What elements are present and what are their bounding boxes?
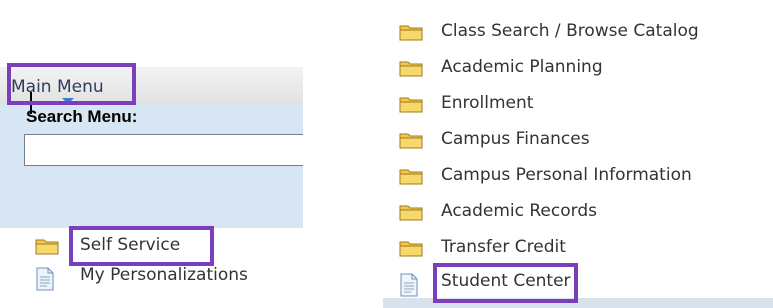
folder-icon	[399, 203, 423, 221]
submenu-item-label[interactable]: Enrollment	[441, 93, 533, 113]
submenu-item-label[interactable]: Campus Finances	[441, 129, 590, 149]
folder-icon	[399, 23, 423, 41]
menu-item-label[interactable]: My Personalizations	[80, 265, 248, 285]
submenu-item-label[interactable]: Campus Personal Information	[441, 165, 692, 185]
folder-icon	[399, 95, 423, 113]
submenu-item-campus-personal-information[interactable]: Campus Personal Information	[383, 160, 773, 194]
submenu-item-label[interactable]: Academic Planning	[441, 57, 603, 77]
folder-icon	[399, 59, 423, 77]
folder-icon	[399, 131, 423, 149]
submenu-item-campus-finances[interactable]: Campus Finances	[383, 124, 773, 158]
submenu-item-class-search[interactable]: Class Search / Browse Catalog	[383, 16, 773, 50]
folder-icon	[399, 167, 423, 185]
submenu-item-academic-planning[interactable]: Academic Planning	[383, 52, 773, 86]
submenu-item-enrollment[interactable]: Enrollment	[383, 88, 773, 122]
submenu-item-academic-records[interactable]: Academic Records	[383, 196, 773, 230]
submenu-item-label[interactable]: Transfer Credit	[441, 237, 566, 257]
menu-item-my-personalizations[interactable]: My Personalizations	[0, 262, 303, 292]
folder-icon	[35, 237, 59, 255]
search-menu-area: Search Menu:	[0, 103, 303, 228]
search-menu-label: Search Menu:	[26, 107, 138, 126]
highlight-self-service	[69, 226, 214, 266]
submenu-item-label[interactable]: Class Search / Browse Catalog	[441, 21, 699, 41]
self-service-submenu: Class Search / Browse Catalog Academic P…	[383, 0, 773, 308]
highlight-student-center	[433, 263, 578, 303]
submenu-item-transfer-credit[interactable]: Transfer Credit	[383, 232, 773, 266]
document-icon	[399, 273, 419, 297]
search-menu-input[interactable]	[24, 134, 303, 166]
document-icon	[35, 267, 55, 291]
highlight-main-menu	[7, 63, 136, 105]
folder-icon	[399, 239, 423, 257]
submenu-item-label[interactable]: Academic Records	[441, 201, 597, 221]
